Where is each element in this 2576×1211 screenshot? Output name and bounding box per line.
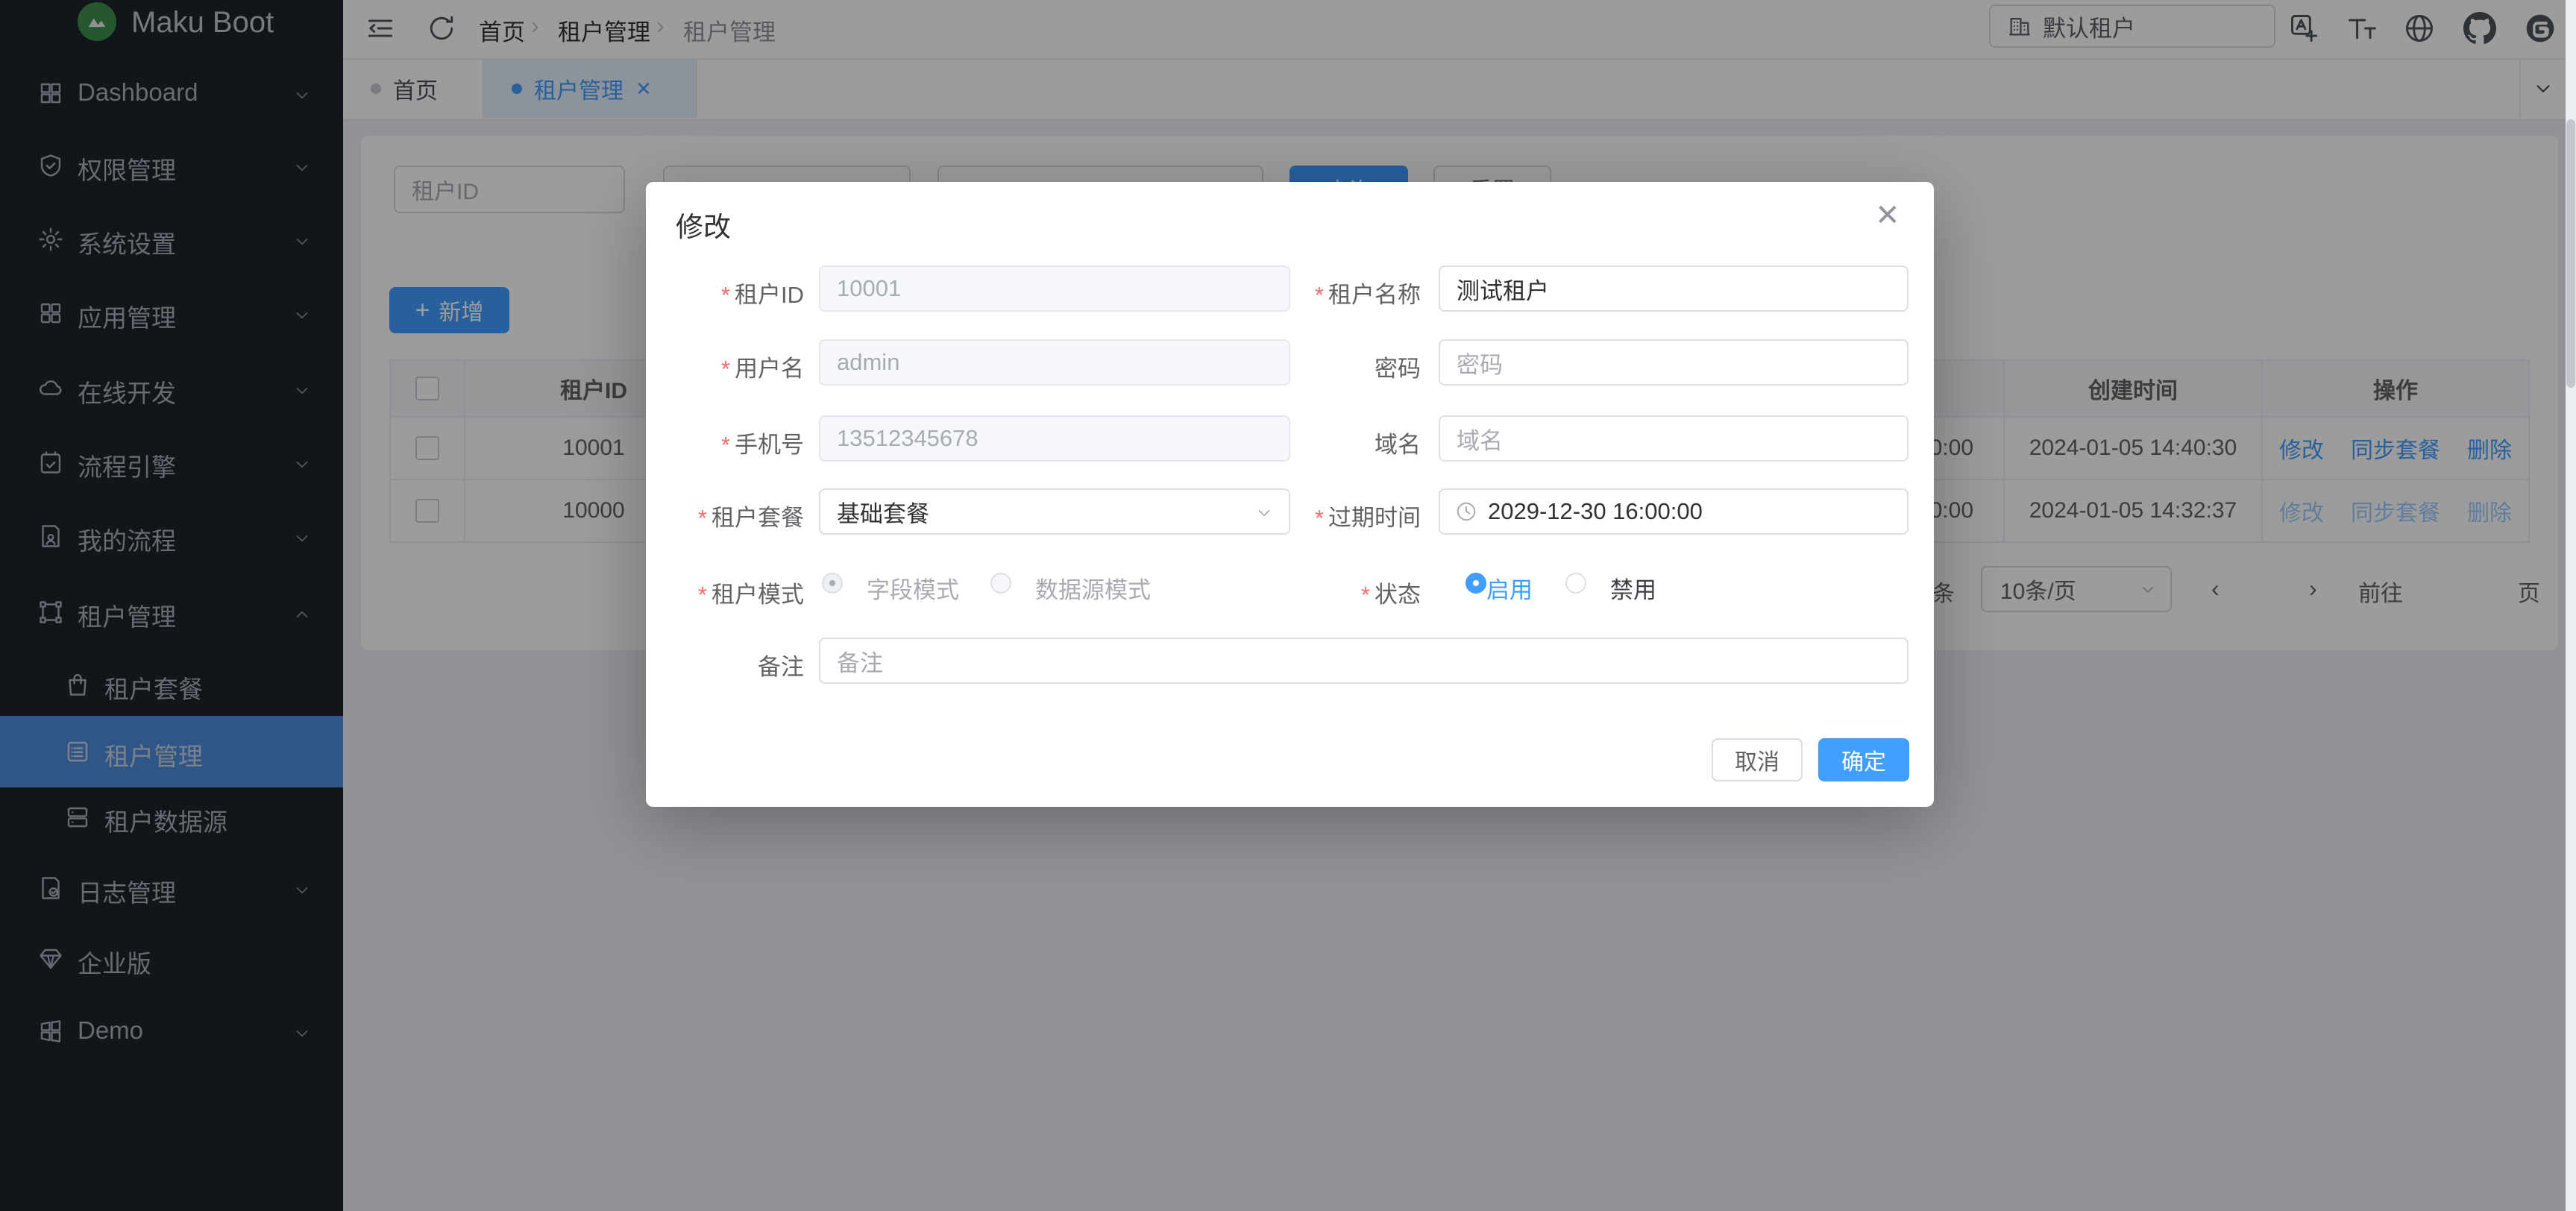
field-label: 备注 bbox=[676, 648, 804, 682]
expire-time-input[interactable]: 2029-12-30 16:00:00 bbox=[1439, 488, 1909, 535]
mode-datasource-radio[interactable] bbox=[990, 573, 1011, 594]
edit-dialog: 修改 ✕ *租户ID 10001 *租户名称 测试租户 *用户名 admin 密… bbox=[646, 182, 1934, 807]
tenant-name-input[interactable]: 测试租户 bbox=[1439, 265, 1909, 312]
status-disabled-label: 禁用 bbox=[1610, 571, 1656, 605]
field-label: 域名 bbox=[1295, 426, 1421, 459]
status-disabled-radio[interactable] bbox=[1565, 573, 1586, 594]
mode-field-label: 字段模式 bbox=[867, 571, 959, 605]
cancel-button[interactable]: 取消 bbox=[1712, 738, 1803, 781]
app-root: Maku Boot Dashboard 权限管理 系统设置 应用管理 在线开发 bbox=[0, 0, 2576, 1211]
confirm-button[interactable]: 确定 bbox=[1818, 738, 1909, 781]
tenant-package-select[interactable]: 基础套餐 bbox=[819, 488, 1290, 535]
field-label: *租户名称 bbox=[1295, 276, 1421, 309]
scrollbar-thumb[interactable] bbox=[2566, 119, 2575, 388]
domain-input[interactable]: 域名 bbox=[1439, 415, 1909, 462]
mobile-input[interactable]: 13512345678 bbox=[819, 415, 1290, 462]
status-enabled-label: 启用 bbox=[1486, 571, 1533, 605]
field-label: *过期时间 bbox=[1295, 499, 1421, 532]
tenant-id-input[interactable]: 10001 bbox=[819, 265, 1290, 312]
password-input[interactable]: 密码 bbox=[1439, 339, 1909, 386]
remark-input[interactable]: 备注 bbox=[819, 638, 1909, 684]
field-label: 密码 bbox=[1295, 350, 1421, 383]
dialog-title: 修改 bbox=[676, 204, 731, 245]
field-label: *租户ID bbox=[676, 276, 804, 309]
mode-datasource-label: 数据源模式 bbox=[1035, 571, 1151, 605]
field-label: *租户套餐 bbox=[676, 499, 804, 532]
chevron-down-icon bbox=[1254, 503, 1274, 523]
mode-field-radio[interactable] bbox=[822, 573, 843, 594]
field-label: *手机号 bbox=[676, 426, 804, 459]
field-label: *用户名 bbox=[676, 350, 804, 383]
scrollbar-track[interactable] bbox=[2566, 0, 2576, 1211]
username-input[interactable]: admin bbox=[819, 339, 1290, 386]
field-label: *租户模式 bbox=[676, 576, 804, 609]
clock-icon bbox=[1455, 500, 1477, 523]
dialog-close-icon[interactable]: ✕ bbox=[1875, 198, 1900, 233]
field-label: *状态 bbox=[1295, 576, 1421, 609]
status-enabled-radio[interactable] bbox=[1466, 573, 1486, 594]
